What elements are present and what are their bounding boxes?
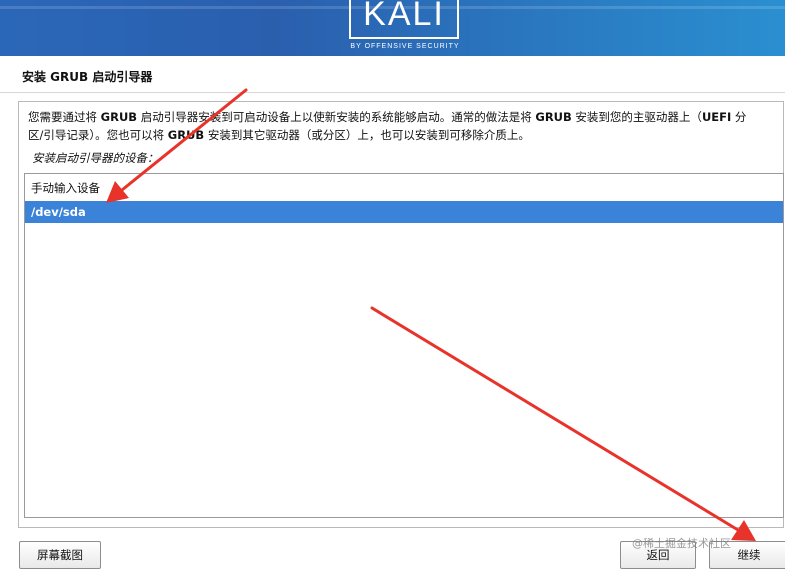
desc-text-6: 安装到其它驱动器（或分区）上，也可以安装到可移除介质上。 <box>204 128 530 142</box>
installer-header: KALI BY OFFENSIVE SECURITY <box>0 0 785 56</box>
desc-grub-2: GRUB <box>535 110 572 124</box>
desc-text-2: 启动引导器安装到可启动设备上以使新安装的系统能够启动。通常的做法是将 <box>137 110 536 124</box>
desc-text-5: 区/引导记录）。您也可以将 <box>28 128 168 142</box>
kali-logo-text: KALI <box>363 0 445 33</box>
desc-grub-3: GRUB <box>167 128 205 142</box>
desc-text-1: 您需要通过将 <box>28 110 101 124</box>
desc-text-4: 分 <box>731 110 747 124</box>
kali-logo: KALI <box>349 0 459 39</box>
description-text: 您需要通过将 GRUB 启动引导器安装到可启动设备上以使新安装的系统能够启动。通… <box>28 108 780 144</box>
kali-logo-subtitle: BY OFFENSIVE SECURITY <box>350 43 460 50</box>
watermark-text: @稀土掘金技术社区 <box>632 537 731 550</box>
device-prompt-label: 安装启动引导器的设备： <box>32 151 159 165</box>
screenshot-button[interactable]: 屏幕截图 <box>19 541 101 569</box>
page-title: 安装 GRUB 启动引导器 <box>22 70 153 84</box>
boot-device-list[interactable]: 手动输入设备 /dev/sda <box>24 173 784 518</box>
desc-uefi: UEFI <box>701 110 732 124</box>
list-item-dev-sda[interactable]: /dev/sda <box>25 201 783 223</box>
desc-text-3: 安装到您的主驱动器上（ <box>571 110 702 124</box>
title-divider <box>0 92 785 93</box>
list-item-manual-entry[interactable]: 手动输入设备 <box>25 177 783 199</box>
desc-grub-1: GRUB <box>100 110 138 124</box>
